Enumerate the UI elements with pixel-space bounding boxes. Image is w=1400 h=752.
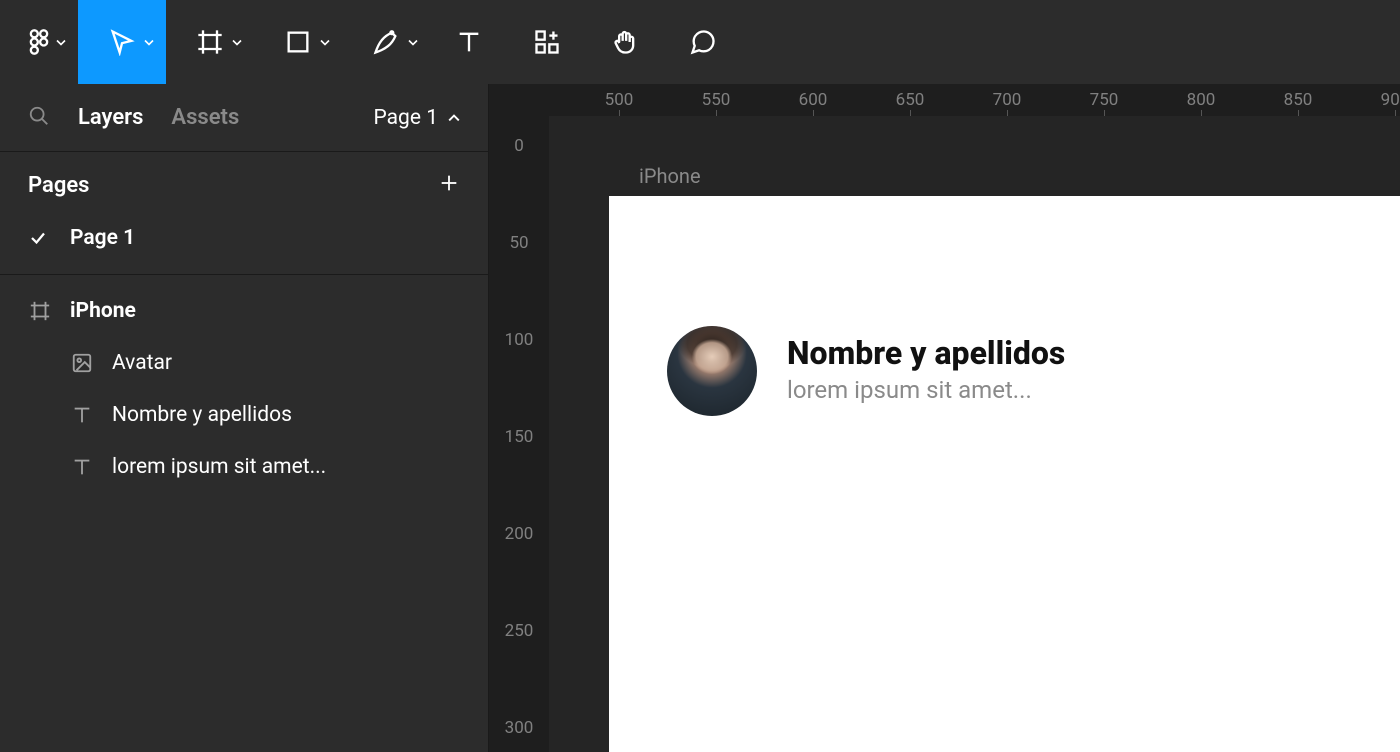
ruler-corner (489, 84, 549, 116)
move-tool-button[interactable] (78, 0, 166, 84)
ruler-v-tick: 300 (505, 718, 534, 738)
avatar[interactable] (667, 326, 757, 416)
layers-section: iPhone Avatar Nombre y apellidos lorem i… (0, 275, 488, 493)
check-icon (28, 229, 48, 247)
ruler-h-tick: 700 (993, 90, 1022, 110)
pen-tool-button[interactable] (342, 0, 430, 84)
canvas-area[interactable]: 500 550 600 650 700 750 800 850 900 0 50 100 150 200… (489, 84, 1400, 752)
ruler-v-tick: 200 (505, 524, 534, 544)
layer-text-name[interactable]: Nombre y apellidos (0, 389, 488, 441)
card-subtitle-text[interactable]: lorem ipsum sit amet... (787, 376, 1032, 404)
ruler-v-tick: 150 (505, 427, 534, 447)
ruler-h-tick: 650 (896, 90, 925, 110)
search-icon[interactable] (28, 105, 50, 131)
chevron-down-icon (144, 33, 154, 52)
ruler-vertical: 0 50 100 150 200 250 300 (489, 116, 549, 752)
page-selector-label: Page 1 (374, 106, 439, 130)
layer-frame-iphone[interactable]: iPhone (0, 285, 488, 337)
ruler-v-tick: 0 (514, 136, 524, 156)
frame-label[interactable]: iPhone (639, 164, 701, 188)
ruler-horizontal: 500 550 600 650 700 750 800 850 900 (549, 84, 1400, 116)
ruler-v-tick: 50 (509, 233, 528, 253)
chevron-down-icon (232, 33, 242, 52)
image-icon (70, 351, 94, 375)
artboard-iphone[interactable]: Nombre y apellidos lorem ipsum sit amet.… (609, 196, 1400, 752)
ruler-h-tick: 900 (1381, 90, 1400, 110)
tab-assets[interactable]: Assets (171, 105, 239, 130)
text-tool-button[interactable] (430, 0, 508, 84)
add-page-button[interactable] (438, 172, 460, 198)
frame-tool-button[interactable] (166, 0, 254, 84)
resources-tool-button[interactable] (508, 0, 586, 84)
sidebar-tabs-row: Layers Assets Page 1 (0, 84, 488, 152)
comment-tool-button[interactable] (664, 0, 742, 84)
chevron-up-icon (448, 112, 460, 124)
layer-label: lorem ipsum sit amet... (112, 455, 326, 479)
ruler-v-tick: 100 (505, 330, 534, 350)
tab-layers[interactable]: Layers (78, 105, 143, 130)
ruler-h-tick: 600 (799, 90, 828, 110)
ruler-h-tick: 500 (605, 90, 634, 110)
figma-menu-button[interactable] (0, 0, 78, 84)
main-area: Layers Assets Page 1 Pages Page 1 (0, 84, 1400, 752)
shape-tool-button[interactable] (254, 0, 342, 84)
ruler-v-tick: 250 (505, 621, 534, 641)
frame-icon (28, 299, 52, 323)
pages-header: Pages (0, 152, 488, 212)
chevron-down-icon (320, 33, 330, 52)
pages-title: Pages (28, 173, 89, 198)
layer-label: Avatar (112, 351, 172, 375)
page-selector[interactable]: Page 1 (374, 106, 461, 130)
layer-label: Nombre y apellidos (112, 403, 292, 427)
hand-tool-button[interactable] (586, 0, 664, 84)
layer-label: iPhone (70, 299, 136, 323)
text-icon (70, 455, 94, 479)
card-name-text[interactable]: Nombre y apellidos (787, 334, 1065, 372)
ruler-h-tick: 750 (1090, 90, 1119, 110)
layer-text-subtitle[interactable]: lorem ipsum sit amet... (0, 441, 488, 493)
text-icon (70, 403, 94, 427)
ruler-h-tick: 800 (1187, 90, 1216, 110)
page-item[interactable]: Page 1 (0, 212, 488, 274)
ruler-h-tick: 550 (702, 90, 731, 110)
left-sidebar: Layers Assets Page 1 Pages Page 1 (0, 84, 489, 752)
ruler-h-tick: 850 (1284, 90, 1313, 110)
toolbar (0, 0, 1400, 84)
pages-section: Pages Page 1 (0, 152, 488, 275)
chevron-down-icon (56, 33, 66, 52)
page-item-label: Page 1 (70, 226, 135, 250)
chevron-down-icon (408, 33, 418, 52)
layer-image-avatar[interactable]: Avatar (0, 337, 488, 389)
sidebar-tabs: Layers Assets (28, 105, 239, 131)
